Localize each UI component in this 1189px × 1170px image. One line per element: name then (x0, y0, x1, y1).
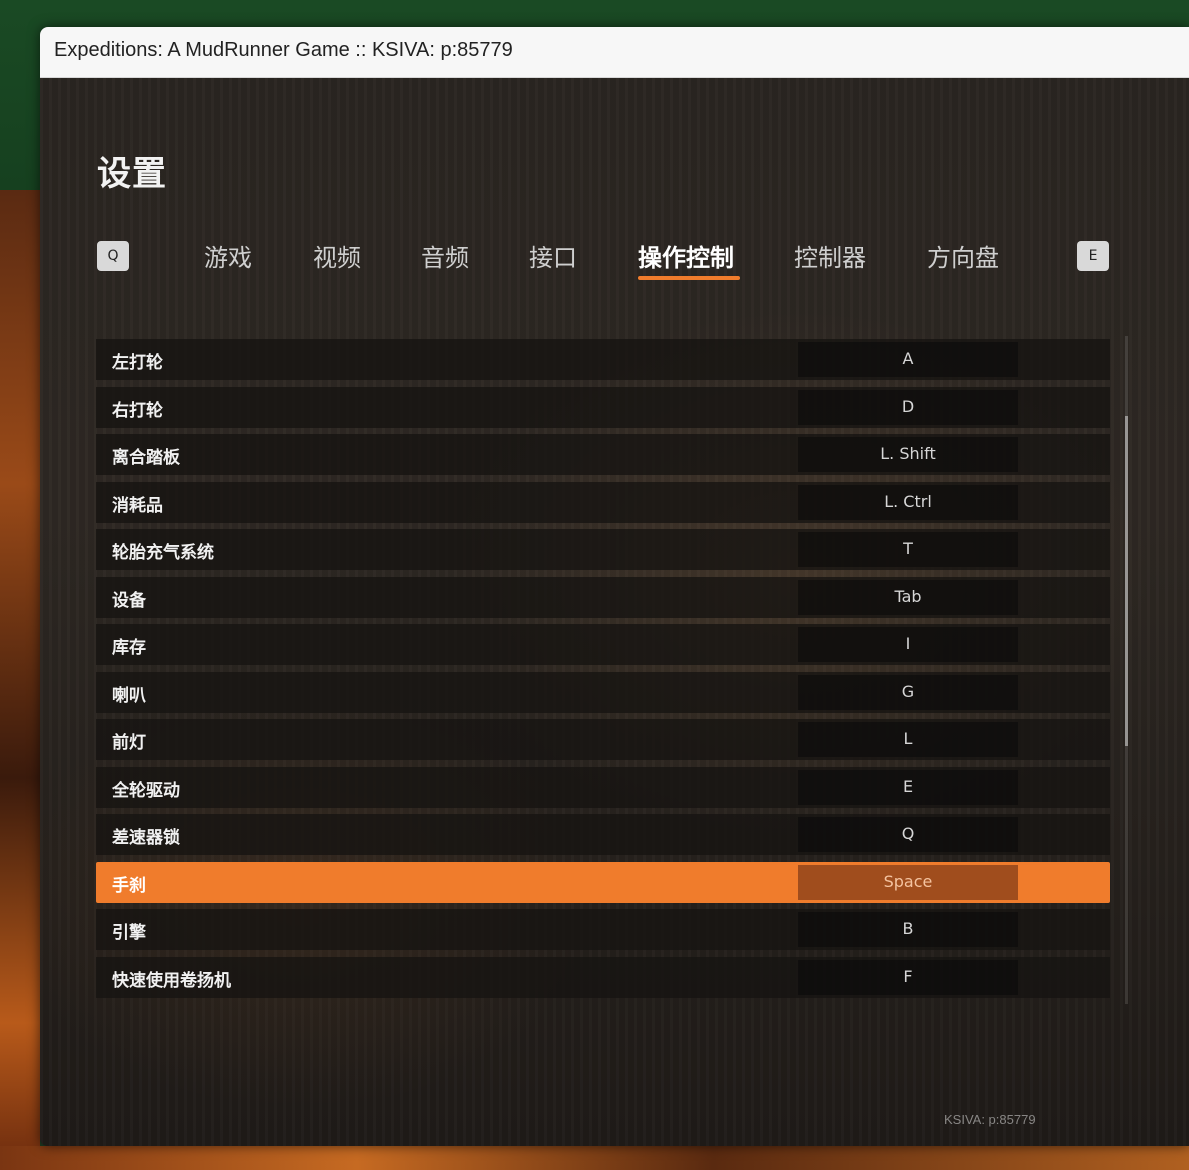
key-binding-button[interactable]: Q (798, 817, 1018, 852)
keybinding-row[interactable]: 左打轮 A (96, 339, 1110, 380)
action-label: 设备 (112, 590, 146, 611)
action-label: 差速器锁 (112, 828, 180, 848)
watermark: KSIVA: p:85779 (944, 1112, 1036, 1127)
keybinding-row[interactable]: 快速使用卷扬机 F (96, 956, 1110, 998)
desktop-wallpaper-edge (0, 190, 40, 1170)
key-binding-button[interactable]: Space (798, 864, 1018, 900)
keybinding-row[interactable]: 离合踏板 L. Shift (96, 434, 1110, 475)
tab-steering-wheel[interactable]: 方向盘 (927, 238, 999, 273)
tab-audio[interactable]: 音频 (421, 238, 469, 273)
key-binding-button[interactable]: T (798, 532, 1018, 567)
keybinding-row[interactable]: 引擎 B (96, 909, 1110, 950)
tab-game[interactable]: 游戏 (204, 238, 252, 273)
keybinding-row[interactable]: 全轮驱动 E (96, 766, 1110, 808)
action-label: 库存 (112, 638, 146, 658)
key-binding-button[interactable]: Tab (798, 579, 1018, 615)
action-label: 手刹 (112, 875, 146, 896)
key-binding-button[interactable]: I (798, 627, 1018, 662)
keybinding-row[interactable]: 库存 I (96, 624, 1110, 665)
keybinding-row-selected[interactable]: 手刹 Space (96, 861, 1110, 903)
key-binding-button[interactable]: D (798, 389, 1018, 425)
tab-video[interactable]: 视频 (313, 238, 361, 273)
keybinding-row[interactable]: 前灯 L (96, 719, 1110, 760)
settings-screen: 设置 Q 游戏 视频 音频 接口 操作控制 控制器 方向盘 E 左打轮 A 右打… (40, 78, 1189, 1146)
list-scrollbar[interactable] (1125, 336, 1128, 1004)
action-label: 离合踏板 (112, 448, 180, 468)
tab-controls[interactable]: 操作控制 (638, 238, 734, 273)
action-label: 引擎 (112, 923, 146, 943)
key-binding-button[interactable]: L. Ctrl (798, 484, 1018, 520)
action-label: 消耗品 (112, 495, 163, 516)
key-binding-button[interactable]: L. Shift (798, 437, 1018, 472)
game-window: Expeditions: A MudRunner Game :: KSIVA: … (40, 27, 1189, 1146)
keybinding-row[interactable]: 右打轮 D (96, 386, 1110, 428)
keybinding-list: 左打轮 A 右打轮 D 离合踏板 L. Shift 消耗品 L. Ctrl 轮胎… (96, 339, 1110, 1004)
keybinding-row[interactable]: 喇叭 G (96, 671, 1110, 713)
active-tab-indicator (638, 276, 740, 280)
prev-tab-key-hint[interactable]: Q (97, 241, 129, 271)
action-label: 左打轮 (112, 353, 163, 373)
key-binding-button[interactable]: A (798, 342, 1018, 377)
next-tab-key-hint[interactable]: E (1077, 241, 1109, 271)
action-label: 右打轮 (112, 400, 163, 421)
key-binding-button[interactable]: G (798, 674, 1018, 710)
keybinding-row[interactable]: 差速器锁 Q (96, 814, 1110, 855)
key-binding-button[interactable]: E (798, 769, 1018, 805)
window-titlebar[interactable]: Expeditions: A MudRunner Game :: KSIVA: … (40, 27, 1189, 78)
keybinding-row[interactable]: 设备 Tab (96, 576, 1110, 618)
key-binding-button[interactable]: B (798, 912, 1018, 947)
action-label: 全轮驱动 (112, 780, 180, 801)
page-title: 设置 (97, 154, 167, 194)
key-binding-button[interactable]: F (798, 959, 1018, 995)
keybinding-row[interactable]: 消耗品 L. Ctrl (96, 481, 1110, 523)
window-title: Expeditions: A MudRunner Game :: KSIVA: … (54, 39, 513, 61)
action-label: 喇叭 (112, 685, 146, 706)
scrollbar-thumb[interactable] (1125, 416, 1128, 746)
action-label: 快速使用卷扬机 (112, 970, 231, 991)
action-label: 轮胎充气系统 (112, 543, 214, 563)
tab-interface[interactable]: 接口 (529, 238, 577, 273)
key-binding-button[interactable]: L (798, 722, 1018, 757)
action-label: 前灯 (112, 733, 146, 753)
keybinding-row[interactable]: 轮胎充气系统 T (96, 529, 1110, 570)
tab-controller[interactable]: 控制器 (794, 238, 866, 273)
desktop-wallpaper-bottom (0, 1146, 1189, 1170)
